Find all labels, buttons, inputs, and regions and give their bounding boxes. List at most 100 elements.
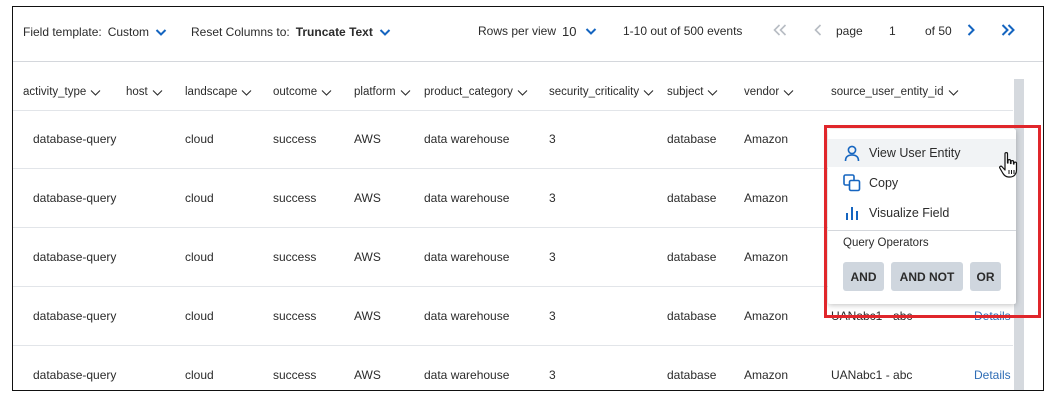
cell-subject: database (667, 249, 717, 264)
cell-outcome: success (273, 308, 317, 323)
chevron-down-icon (643, 87, 654, 98)
chevron-down-icon (379, 26, 391, 38)
rows-per-view-value: 10 (562, 23, 577, 39)
chevron-down-icon (152, 87, 163, 98)
chevron-down-icon (400, 87, 411, 98)
column-header-label: subject (667, 86, 704, 98)
column-header-platform[interactable]: platform (354, 83, 411, 101)
chevron-down-icon (517, 87, 528, 98)
highlight-box (824, 125, 1041, 318)
last-page-button[interactable] (998, 21, 1018, 41)
column-header-label: outcome (273, 86, 318, 98)
cell-product-category: data warehouse (424, 249, 510, 264)
double-chevron-right-icon (1000, 23, 1016, 40)
cell-platform: AWS (354, 190, 381, 205)
reset-columns-value: Truncate Text (295, 25, 373, 39)
reset-columns-dropdown[interactable]: Reset Columns to: Truncate Text (191, 23, 391, 41)
cell-platform: AWS (354, 249, 381, 264)
events-table-panel: Field template: Custom Reset Columns to:… (12, 6, 1044, 391)
column-header-security-criticality[interactable]: security_criticality (549, 83, 654, 101)
cell-activity-type: database-query (33, 249, 117, 264)
cell-outcome: success (273, 190, 317, 205)
chevron-down-icon (948, 87, 959, 98)
cell-activity-type: database-query (33, 190, 117, 205)
cell-landscape: cloud (185, 367, 214, 382)
chevron-left-icon (813, 23, 823, 40)
page-total: of 50 (925, 24, 952, 38)
chevron-down-icon (321, 87, 332, 98)
cell-platform: AWS (354, 308, 381, 323)
first-page-button[interactable] (770, 21, 790, 41)
cell-landscape: cloud (185, 308, 214, 323)
cell-subject: database (667, 308, 717, 323)
cell-activity-type: database-query (33, 131, 117, 146)
cell-subject: database (667, 367, 717, 382)
column-header-label: source_user_entity_id (831, 86, 944, 98)
cell-activity-type: database-query (33, 367, 117, 382)
column-header-source-user-entity-id[interactable]: source_user_entity_id (831, 83, 959, 101)
cell-vendor: Amazon (744, 190, 789, 205)
chevron-right-icon (966, 23, 976, 40)
cell-activity-type: database-query (33, 308, 117, 323)
rows-per-view-dropdown[interactable]: Rows per view 10 (478, 22, 597, 40)
events-summary: 1-10 out of 500 events (623, 24, 743, 38)
cell-security-criticality: 3 (549, 249, 556, 264)
cell-landscape: cloud (185, 190, 214, 205)
column-header-label: product_category (424, 86, 513, 98)
chevron-down-icon (90, 87, 101, 98)
cell-product-category: data warehouse (424, 190, 510, 205)
reset-columns-label: Reset Columns to: (191, 25, 290, 39)
cell-security-criticality: 3 (549, 308, 556, 323)
rows-per-view-label: Rows per view (478, 24, 557, 38)
field-template-dropdown[interactable]: Field template: Custom (23, 23, 167, 41)
chevron-down-icon (707, 87, 718, 98)
column-header-product-category[interactable]: product_category (424, 83, 528, 101)
column-header-outcome[interactable]: outcome (273, 83, 332, 101)
field-template-label: Field template: (23, 25, 102, 39)
cell-product-category: data warehouse (424, 131, 510, 146)
cell-subject: database (667, 131, 717, 146)
double-chevron-left-icon (772, 23, 788, 40)
column-header-vendor[interactable]: vendor (744, 83, 794, 101)
column-header-label: activity_type (23, 86, 87, 98)
column-header-landscape[interactable]: landscape (185, 83, 252, 101)
chevron-down-icon (155, 26, 167, 38)
details-link[interactable]: Details (974, 345, 1011, 390)
cell-product-category: data warehouse (424, 308, 510, 323)
chevron-down-icon (585, 25, 597, 37)
cell-platform: AWS (354, 131, 381, 146)
cell-vendor: Amazon (744, 131, 789, 146)
cell-outcome: success (273, 131, 317, 146)
column-header-label: platform (354, 86, 396, 98)
cell-security-criticality: 3 (549, 190, 556, 205)
cell-outcome: success (273, 249, 317, 264)
cell-security-criticality: 3 (549, 131, 556, 146)
table-row[interactable]: database-query cloud success AWS data wa… (13, 345, 1013, 390)
chevron-down-icon (783, 87, 794, 98)
cell-source-user-entity-id[interactable]: UANabc1 - abc (831, 345, 912, 390)
cell-subject: database (667, 190, 717, 205)
page-number-input[interactable]: 1 (889, 22, 896, 40)
chevron-down-icon (241, 87, 252, 98)
cell-platform: AWS (354, 367, 381, 382)
cell-vendor: Amazon (744, 367, 789, 382)
page-label: page (836, 24, 863, 38)
cell-product-category: data warehouse (424, 367, 510, 382)
column-header-host[interactable]: host (126, 83, 163, 101)
cell-security-criticality: 3 (549, 367, 556, 382)
previous-page-button[interactable] (808, 21, 828, 41)
column-header-activity-type[interactable]: activity_type (23, 83, 101, 101)
column-header-subject[interactable]: subject (667, 83, 718, 101)
toolbar-divider (13, 61, 1043, 62)
cell-landscape: cloud (185, 131, 214, 146)
column-header-label: security_criticality (549, 86, 640, 98)
cell-vendor: Amazon (744, 249, 789, 264)
next-page-button[interactable] (961, 21, 981, 41)
cell-outcome: success (273, 367, 317, 382)
cell-landscape: cloud (185, 249, 214, 264)
field-template-value: Custom (107, 25, 150, 39)
column-header-label: vendor (744, 86, 780, 98)
cell-vendor: Amazon (744, 308, 789, 323)
column-header-label: host (126, 86, 148, 98)
table-toolbar: Field template: Custom Reset Columns to:… (13, 7, 1043, 55)
